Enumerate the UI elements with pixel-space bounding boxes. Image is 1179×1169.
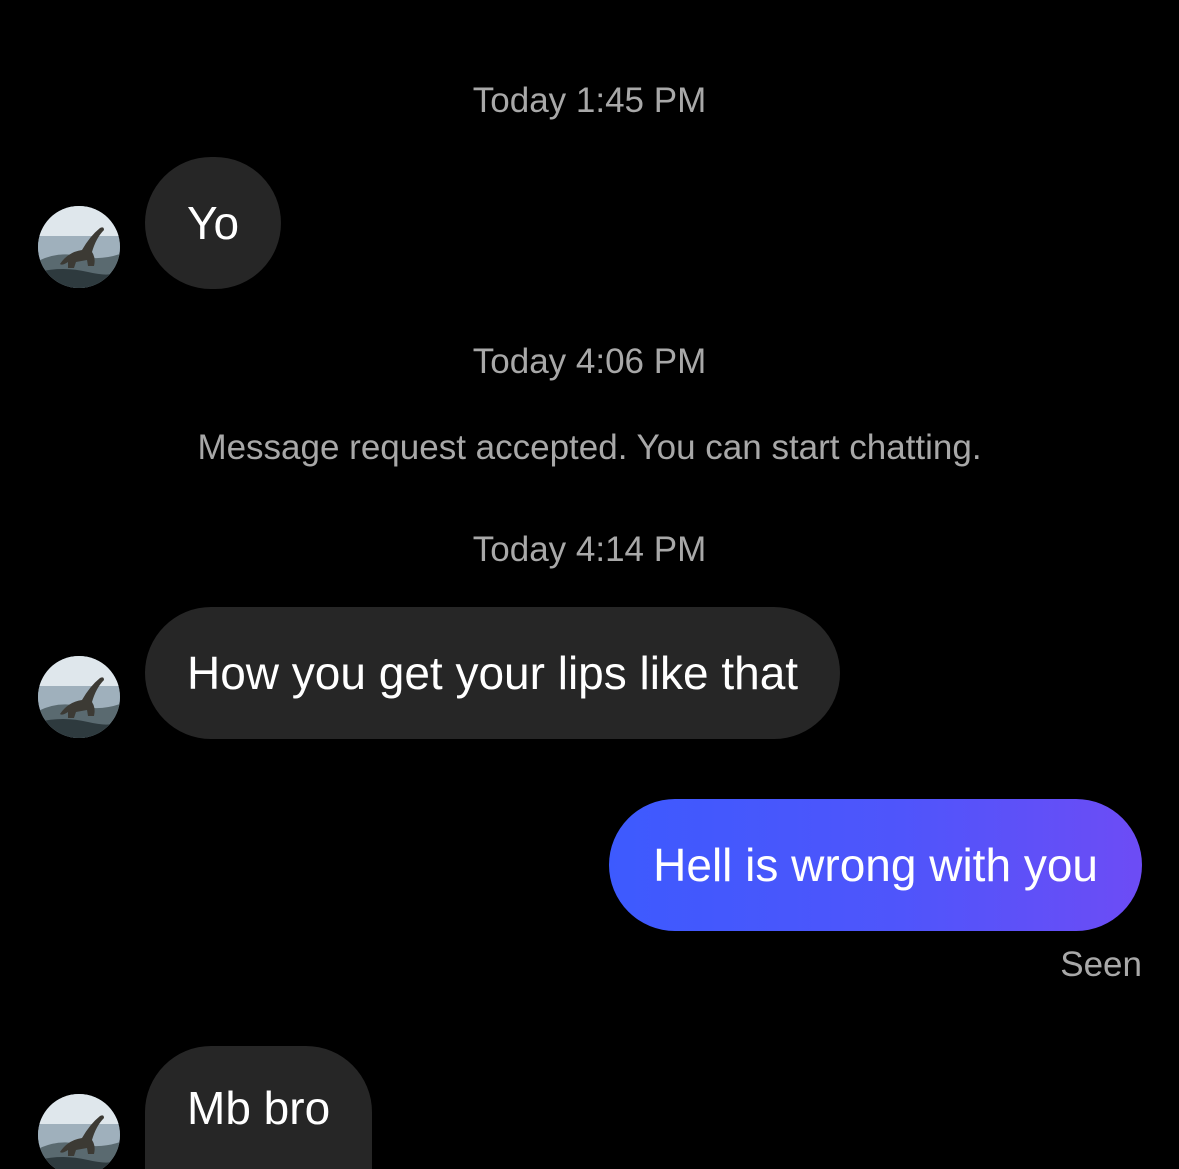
dinosaur-avatar-icon[interactable] <box>38 206 120 288</box>
message-thread: Today 1:45 PM Yo Today 4:06 PM Message r… <box>0 0 1179 1169</box>
timestamp: Today 4:06 PM <box>472 342 707 381</box>
message-request-accepted-note: Message request accepted. You can start … <box>197 428 982 467</box>
message-text: Yo <box>187 197 240 249</box>
timestamp: Today 1:45 PM <box>472 81 707 120</box>
dinosaur-avatar-icon[interactable] <box>38 656 120 738</box>
message-text: Hell is wrong with you <box>653 839 1098 891</box>
dinosaur-avatar-icon[interactable] <box>38 1094 120 1169</box>
incoming-message-bubble[interactable]: Mb bro <box>145 1046 373 1169</box>
message-text: Mb bro <box>187 1081 331 1134</box>
timestamp: Today 4:14 PM <box>472 530 707 569</box>
seen-receipt: Seen <box>1060 945 1142 984</box>
outgoing-message-bubble[interactable]: Hell is wrong with you <box>609 799 1142 931</box>
message-text: How you get your lips like that <box>187 647 799 699</box>
incoming-message-bubble[interactable]: How you get your lips like that <box>145 607 841 739</box>
incoming-message-bubble[interactable]: Yo <box>145 157 282 289</box>
